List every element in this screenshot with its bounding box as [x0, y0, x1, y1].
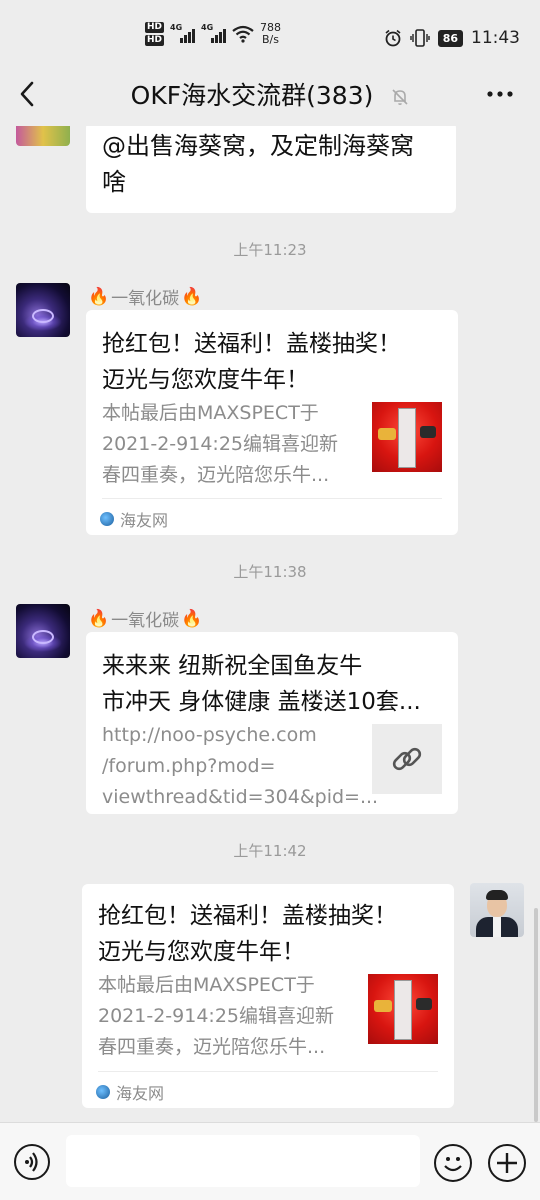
card-thumbnail [368, 974, 438, 1044]
chat-title: OKF海水交流群(383) [130, 81, 374, 110]
sender-name: 🔥 一氧化碳 🔥 [88, 286, 203, 310]
link-url-line-2: /forum.php?mod= [102, 755, 276, 777]
link-title-line-1: 来来来 纽斯祝全国鱼友牛 [102, 653, 363, 679]
status-left: HD HD 4G 4G 788 B/s [145, 22, 281, 46]
plus-button[interactable] [488, 1144, 526, 1182]
page-title[interactable]: OKF海水交流群(383) [0, 76, 540, 112]
hd-indicators: HD HD [145, 22, 165, 46]
chat-message-list[interactable]: @出售海葵窝，及定制海葵窝 啥 上午11:23 🔥 一氧化碳 🔥 抢红包！送福利… [0, 126, 540, 1122]
network-speed: 788 B/s [260, 21, 282, 46]
message-text-line-2: 啥 [102, 168, 126, 196]
link-icon [392, 747, 422, 771]
card-title-line-1: 抢红包！送福利！盖楼抽奖！ [98, 903, 397, 929]
card-source: 海友网 [96, 1080, 164, 1104]
link-url-line-3: viewthread&tid=304&pid=... [102, 786, 379, 808]
voice-icon [25, 1152, 38, 1172]
bell-off-icon [392, 89, 408, 105]
sender-name: 🔥 一氧化碳 🔥 [88, 608, 203, 632]
voice-button[interactable] [14, 1144, 50, 1180]
avatar-self[interactable] [470, 883, 524, 937]
link-title-line-2: 市冲天 身体健康 盖楼送10套... [102, 689, 421, 715]
card-title-line-1: 抢红包！送福利！盖楼抽奖！ [102, 331, 401, 357]
card-desc-line-3: 春四重奏，迈光陪您乐牛... [102, 464, 330, 486]
shared-article-card-self[interactable]: 抢红包！送福利！盖楼抽奖！ 迈光与您欢度牛年！ 本帖最后由MAXSPECT于 2… [82, 884, 454, 1108]
shared-link-card[interactable]: 来来来 纽斯祝全国鱼友牛 市冲天 身体健康 盖楼送10套... http://n… [86, 632, 458, 814]
fire-icon: 🔥 [181, 286, 203, 307]
avatar[interactable] [16, 283, 70, 337]
link-url-line-1: http://noo-psyche.com [102, 724, 317, 746]
status-bar: HD HD 4G 4G 788 B/s 86 11:43 [0, 0, 540, 62]
message-timestamp: 上午11:38 [233, 563, 307, 581]
message-timestamp: 上午11:23 [233, 241, 307, 259]
battery-icon: 86 [437, 29, 463, 47]
clock: 11:43 [471, 28, 520, 48]
avatar[interactable] [16, 604, 70, 658]
signal-icon-1: 4G [170, 23, 196, 43]
plus-icon [497, 1153, 517, 1173]
emoji-button[interactable] [434, 1144, 472, 1182]
wifi-icon [232, 25, 254, 43]
card-desc-line-3: 春四重奏，迈光陪您乐牛... [98, 1036, 326, 1058]
card-source: 海友网 [100, 507, 168, 531]
source-app-icon [96, 1085, 110, 1099]
message-input-bar [0, 1122, 540, 1200]
card-title-line-2: 迈光与您欢度牛年！ [102, 367, 309, 393]
hd-badge-1: HD [145, 22, 165, 33]
signal-icon-2: 4G [201, 23, 227, 43]
message-input[interactable] [66, 1135, 420, 1187]
card-title-line-2: 迈光与您欢度牛年！ [98, 939, 305, 965]
alarm-icon [385, 29, 401, 47]
card-desc-line-1: 本帖最后由MAXSPECT于 [102, 402, 319, 424]
text-message-bubble[interactable]: @出售海葵窝，及定制海葵窝 啥 [86, 126, 456, 213]
card-desc-line-2: 2021-2-914:25编辑喜迎新 [98, 1005, 334, 1027]
avatar-partial[interactable] [16, 126, 70, 146]
card-divider [102, 498, 442, 499]
card-thumbnail [372, 402, 442, 472]
card-divider [98, 1071, 438, 1072]
scrollbar[interactable] [534, 908, 538, 1122]
card-desc-line-2: 2021-2-914:25编辑喜迎新 [102, 433, 338, 455]
hd-badge-2: HD [145, 35, 165, 46]
status-right: 86 11:43 [384, 28, 520, 48]
more-horizontal-icon[interactable] [486, 84, 514, 104]
title-bar: OKF海水交流群(383) [0, 62, 540, 126]
fire-icon: 🔥 [88, 286, 110, 307]
card-desc-line-1: 本帖最后由MAXSPECT于 [98, 974, 315, 996]
link-thumbnail [372, 724, 442, 794]
fire-icon: 🔥 [88, 608, 110, 629]
shared-article-card[interactable]: 抢红包！送福利！盖楼抽奖！ 迈光与您欢度牛年！ 本帖最后由MAXSPECT于 2… [86, 310, 458, 535]
message-text-line-1: @出售海葵窝，及定制海葵窝 [102, 132, 414, 160]
emoji-icon [444, 1157, 462, 1172]
vibrate-icon [409, 29, 430, 47]
message-timestamp: 上午11:42 [233, 842, 307, 860]
source-app-icon [100, 512, 114, 526]
fire-icon: 🔥 [181, 608, 203, 629]
